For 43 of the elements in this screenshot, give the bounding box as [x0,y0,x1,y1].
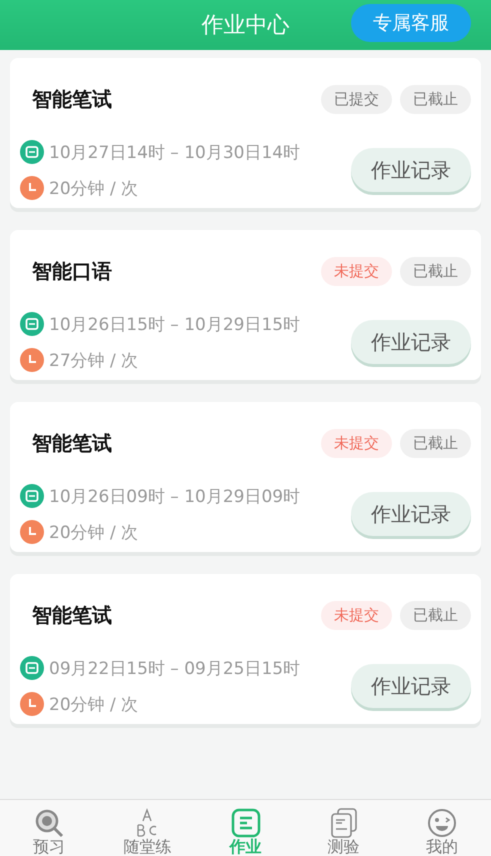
record-button[interactable]: 作业记录 [351,320,471,364]
assignment-title: 智能笔试 [32,430,112,456]
record-button[interactable]: 作业记录 [351,664,471,708]
calendar-icon [20,484,44,508]
time-range: 10月26日15时 – 10月29日15时 [49,314,300,336]
deadline-status: 已截止 [400,84,471,114]
tab-item[interactable]: 测验 [294,800,393,856]
search-icon [34,808,64,838]
papers-icon [328,808,359,838]
submission-status: 未提交 [321,428,392,458]
customer-service-button[interactable]: 专属客服 [351,4,471,42]
duration: 27分钟 / 次 [49,350,138,372]
submission-status: 未提交 [321,256,392,286]
tab-item[interactable]: 预习 [0,800,98,856]
page-title: 作业中心 [202,12,290,40]
time-range: 09月22日15时 – 09月25日15时 [49,658,300,680]
assignment-title: 智能口语 [32,258,112,284]
document-icon [230,808,260,838]
calendar-icon [20,312,44,336]
assignment-title: 智能笔试 [32,86,112,112]
tab-item[interactable]: 随堂练 [98,800,196,856]
duration: 20分钟 / 次 [49,178,138,200]
tab-item[interactable]: 作业 [196,800,295,856]
deadline-status: 已截止 [400,428,471,458]
duration: 20分钟 / 次 [49,522,138,544]
submission-status: 已提交 [321,84,392,114]
time-range: 10月26日09时 – 10月29日09时 [49,486,300,508]
calendar-icon [20,656,44,680]
duration: 20分钟 / 次 [49,694,138,716]
clock-icon [20,176,44,200]
time-range: 10月27日14时 – 10月30日14时 [49,142,300,164]
submission-status: 未提交 [321,600,392,630]
calendar-icon [20,140,44,164]
assignment-title: 智能笔试 [32,602,112,628]
record-button[interactable]: 作业记录 [351,492,471,536]
deadline-status: 已截止 [400,600,471,630]
deadline-status: 已截止 [400,256,471,286]
winking-face-icon [426,808,457,838]
record-button[interactable]: 作业记录 [351,148,471,192]
tab-item[interactable]: 我的 [392,800,491,856]
clock-icon [20,348,44,372]
clock-icon [20,692,44,716]
clock-icon [20,520,44,544]
